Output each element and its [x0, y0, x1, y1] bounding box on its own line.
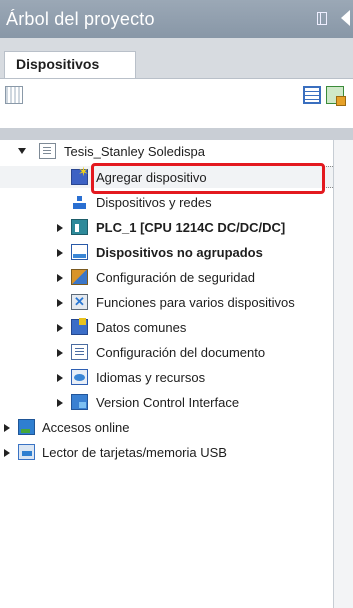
tree-item-label: Idiomas y recursos	[96, 370, 206, 385]
device-config-icon[interactable]	[5, 86, 23, 104]
pin-panel-icon[interactable]	[317, 12, 327, 25]
expand-toggle-icon[interactable]	[57, 224, 63, 232]
tree-toolbar	[0, 78, 353, 110]
expand-toggle-icon[interactable]	[57, 374, 63, 382]
tree-item-label: Datos comunes	[96, 320, 187, 335]
tab-dispositivos[interactable]: Dispositivos	[4, 51, 136, 78]
tree-node-accesos-online[interactable]: Accesos online	[0, 416, 333, 440]
project-tree-panel: Árbol del proyecto Dispositivos Tesis_St…	[0, 0, 353, 608]
tree-item-label: Configuración de seguridad	[96, 270, 255, 285]
tree-node-lector-de-tarjetas[interactable]: Lector de tarjetas/memoria USB	[0, 441, 333, 465]
tree-item-dispositivos-no-agrupados[interactable]: Dispositivos no agrupados	[0, 241, 333, 265]
tree-item-idiomas-y-recursos[interactable]: Idiomas y recursos	[0, 366, 333, 390]
tree-item-dispositivos-y-redes[interactable]: Dispositivos y redes	[0, 191, 333, 215]
plc-icon	[71, 219, 88, 235]
column-header-bar	[0, 128, 353, 140]
expand-toggle-icon[interactable]	[57, 349, 63, 357]
document-settings-icon	[71, 344, 88, 360]
tab-strip: Dispositivos	[0, 38, 353, 78]
project-name: Tesis_Stanley Soledispa	[64, 144, 205, 159]
languages-icon	[71, 369, 88, 385]
tree-item-version-control-interface[interactable]: Version Control Interface	[0, 391, 333, 415]
toolbar-spacer	[0, 110, 353, 128]
expand-toggle-icon[interactable]	[18, 148, 26, 154]
card-reader-icon	[18, 444, 35, 460]
tree-item-label: PLC_1 [CPU 1214C DC/DC/DC]	[96, 220, 286, 235]
tree-side-column	[334, 140, 353, 608]
expand-toggle-icon[interactable]	[57, 249, 63, 257]
red-highlight-box	[91, 163, 325, 194]
tree-item-label: Accesos online	[42, 420, 130, 435]
tree-item-plc-1[interactable]: PLC_1 [CPU 1214C DC/DC/DC]	[0, 216, 333, 240]
project-icon	[39, 143, 56, 159]
tree-item-funciones-varios-dispositivos[interactable]: Funciones para varios dispositivos	[0, 291, 333, 315]
expand-toggle-icon[interactable]	[4, 449, 10, 457]
view-details-icon[interactable]	[303, 86, 321, 104]
tree-item-configuracion-de-seguridad[interactable]: Configuración de seguridad	[0, 266, 333, 290]
version-control-icon	[71, 394, 88, 410]
collapse-panel-icon[interactable]	[341, 10, 350, 26]
add-device-toolbar-icon[interactable]	[326, 86, 346, 106]
expand-toggle-icon[interactable]	[57, 399, 63, 407]
expand-toggle-icon[interactable]	[57, 274, 63, 282]
tree-item-datos-comunes[interactable]: Datos comunes	[0, 316, 333, 340]
tree-item-label: Lector de tarjetas/memoria USB	[42, 445, 227, 460]
expand-toggle-icon[interactable]	[57, 324, 63, 332]
panel-title: Árbol del proyecto	[6, 9, 155, 29]
expand-toggle-icon[interactable]	[57, 299, 63, 307]
add-device-icon	[71, 164, 89, 185]
tree-item-label: Version Control Interface	[96, 395, 240, 410]
expand-toggle-icon[interactable]	[4, 424, 10, 432]
tree-item-label: Dispositivos y redes	[96, 195, 212, 210]
panel-titlebar: Árbol del proyecto	[0, 0, 353, 38]
common-data-icon	[71, 318, 88, 335]
security-icon	[71, 269, 88, 285]
multi-device-functions-icon	[71, 294, 88, 310]
tree-item-label: Dispositivos no agrupados	[96, 245, 263, 260]
tree-item-label: Configuración del documento	[96, 345, 266, 360]
tree-node-project[interactable]: Tesis_Stanley Soledispa	[0, 140, 333, 164]
tree-item-label: Funciones para varios dispositivos	[96, 295, 295, 310]
online-access-icon	[18, 419, 35, 435]
tree-item-configuracion-del-documento[interactable]: Configuración del documento	[0, 341, 333, 365]
ungrouped-devices-icon	[71, 244, 88, 260]
network-icon	[71, 194, 88, 210]
